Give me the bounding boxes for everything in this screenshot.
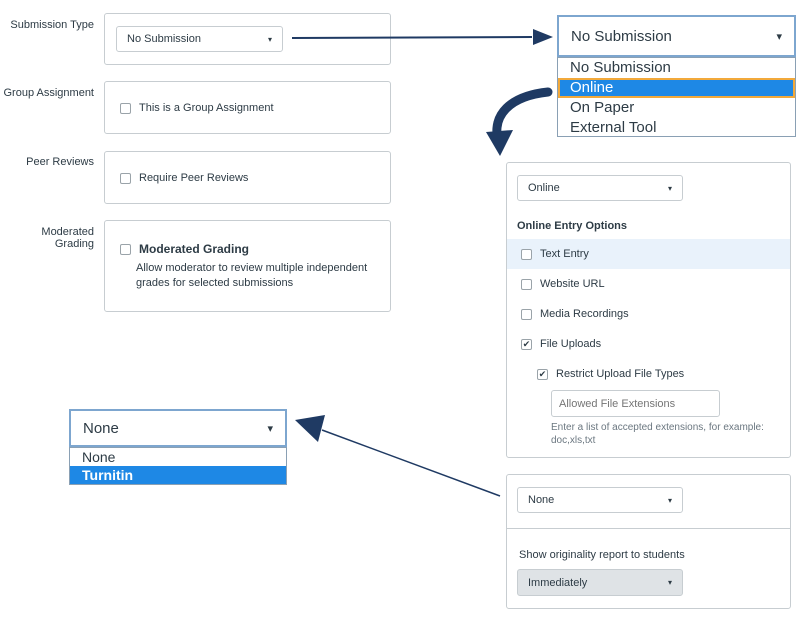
arrowhead-icon <box>486 130 513 156</box>
arrow-to-submission-dropdown <box>291 36 533 39</box>
arrowhead-icon <box>295 415 325 442</box>
arrow-to-plagiarism-dropdown <box>321 429 501 497</box>
arrowhead-icon <box>533 29 553 45</box>
annotation-arrows <box>291 29 553 497</box>
